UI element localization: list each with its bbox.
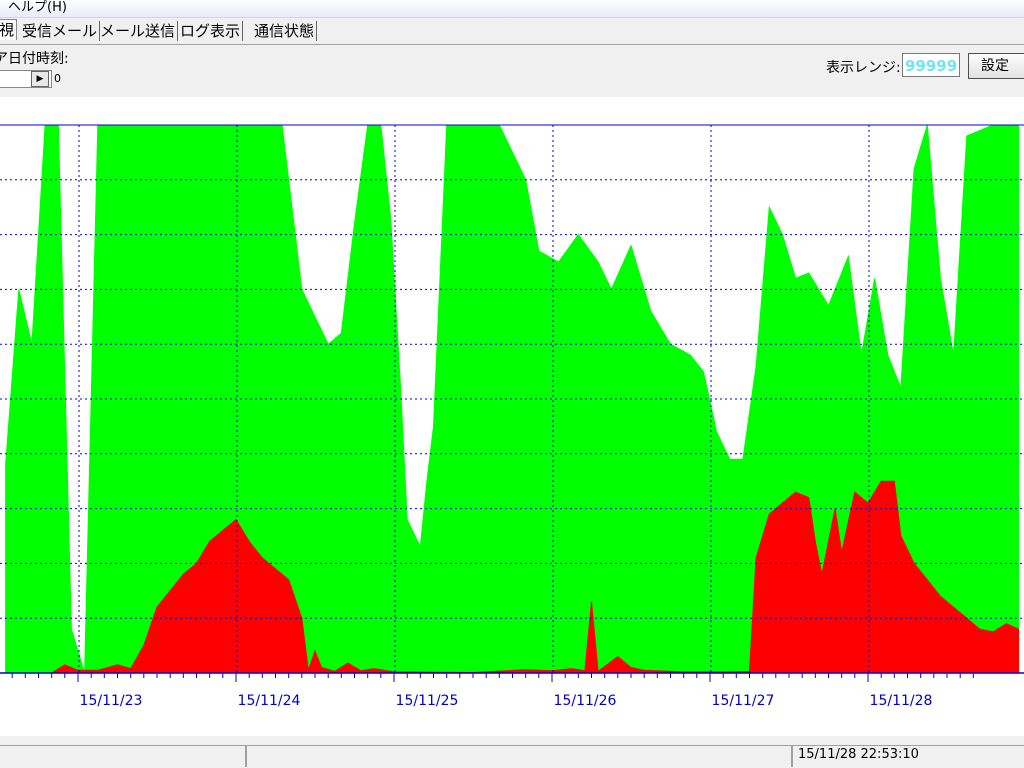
range-input[interactable]: 99999: [902, 53, 960, 77]
x-tick-label: 15/11/27: [712, 693, 775, 709]
time-scrollbar[interactable]: ▶: [0, 70, 52, 88]
menu-bar: ヘルプ(H): [0, 0, 1024, 18]
traffic-chart: 15/11/23 15/11/24 15/11/25 15/11/26 15/11/27…: [0, 97, 1024, 736]
tab-log-view[interactable]: ログ表示: [178, 21, 244, 41]
x-tick-label: 15/11/24: [238, 693, 301, 709]
x-tick-label: 15/11/26: [554, 693, 617, 709]
tab-connection-status[interactable]: 通信状態: [252, 21, 318, 41]
tab-received-mail[interactable]: 受信メール: [20, 21, 101, 41]
scroll-right-arrow-icon[interactable]: ▶: [31, 71, 49, 87]
tab-divider: [0, 44, 1024, 45]
x-tick-label: 15/11/25: [396, 693, 459, 709]
status-panel-2: [246, 745, 792, 767]
status-clock: 15/11/28 22:53:10: [798, 747, 919, 762]
tab-send-mail[interactable]: メール送信: [98, 21, 179, 41]
date-time-label: ア日付時刻:: [0, 51, 69, 67]
x-tick-label: 15/11/23: [80, 693, 143, 709]
status-bar: 15/11/28 22:53:10: [0, 742, 1024, 768]
status-panel-1: [0, 745, 246, 767]
set-button[interactable]: 設定: [968, 53, 1024, 79]
range-label: 表示レンジ:: [826, 60, 901, 76]
tab-bar: 視 受信メール メール送信 ログ表示 通信状態: [0, 18, 1024, 44]
tab-overview[interactable]: 視: [0, 19, 18, 40]
scroll-value: 0: [54, 72, 61, 85]
x-tick-label: 15/11/28: [870, 693, 933, 709]
menu-help[interactable]: ヘルプ(H): [8, 0, 67, 15]
